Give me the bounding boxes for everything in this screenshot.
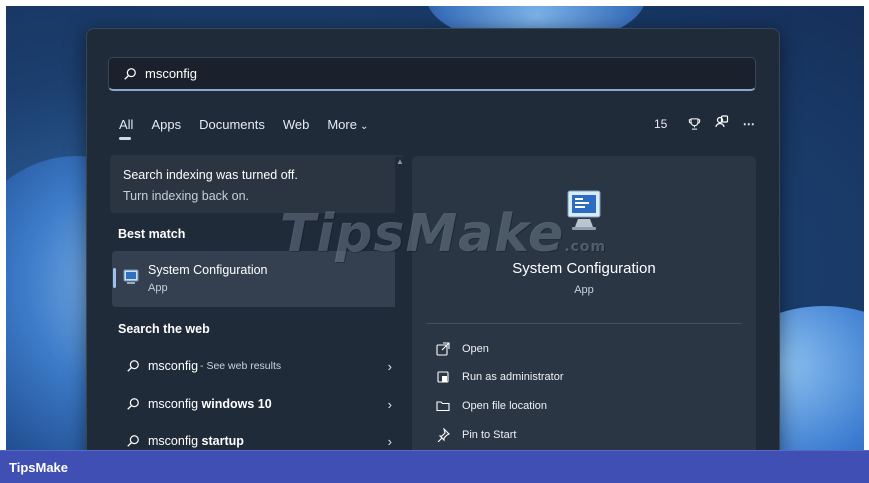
scroll-up-icon[interactable]: ▲ xyxy=(396,157,404,166)
web-result-item[interactable]: msconfig - See web results › xyxy=(118,355,396,377)
web-query-bold: startup xyxy=(201,434,244,448)
search-icon xyxy=(127,360,139,372)
web-result-item[interactable]: msconfig windows 10 › xyxy=(118,393,396,415)
more-options-button[interactable]: ⋯ xyxy=(743,117,770,131)
details-pane: System Configuration App Open Run as adm… xyxy=(412,156,756,456)
pin-icon xyxy=(437,428,450,442)
web-query-hint: - See web results xyxy=(200,360,282,372)
account-button[interactable] xyxy=(715,115,729,132)
chevron-right-icon: › xyxy=(387,358,392,374)
points-count: 15 xyxy=(654,116,668,131)
open-icon xyxy=(436,342,450,356)
best-match-type: App xyxy=(148,282,168,294)
header-controls: 15 ⋯ xyxy=(654,115,784,132)
shield-icon xyxy=(437,371,449,383)
chevron-right-icon: › xyxy=(387,396,392,412)
action-open-label: Open xyxy=(462,343,489,355)
tab-documents[interactable]: Documents xyxy=(199,117,265,132)
rewards-points[interactable]: 15 xyxy=(654,117,701,131)
divider xyxy=(427,323,741,324)
results-scrollbar[interactable]: ▲ xyxy=(395,157,405,447)
system-configuration-icon xyxy=(123,269,139,284)
tab-web[interactable]: Web xyxy=(283,117,310,132)
action-run-as-admin-label: Run as administrator xyxy=(462,371,564,383)
tab-more-label: More xyxy=(327,117,357,132)
folder-icon xyxy=(436,401,450,412)
chevron-right-icon: › xyxy=(387,433,392,449)
footer-brand: TipsMake xyxy=(9,460,69,475)
web-query: msconfig xyxy=(148,397,199,411)
watermark-text: TipsMake xyxy=(280,204,565,264)
tab-all[interactable]: All xyxy=(119,117,133,140)
more-icon: ⋯ xyxy=(742,116,756,131)
account-icon xyxy=(715,115,728,128)
results-list: Search indexing was turned off. Turn ind… xyxy=(110,155,406,455)
best-match-name: System Configuration xyxy=(148,263,268,277)
search-value: msconfig xyxy=(145,66,198,81)
tab-more[interactable]: More ⌄ xyxy=(327,117,368,132)
web-query: msconfig xyxy=(148,434,199,448)
action-pin-to-start[interactable]: Pin to Start xyxy=(436,428,516,442)
action-open-file-location[interactable]: Open file location xyxy=(436,399,547,413)
chevron-down-icon: ⌄ xyxy=(359,121,369,132)
action-pin-to-start-label: Pin to Start xyxy=(462,429,517,441)
search-web-heading: Search the web xyxy=(118,322,210,336)
action-run-as-admin[interactable]: Run as administrator xyxy=(436,370,564,384)
action-open[interactable]: Open xyxy=(436,342,489,356)
notice-text: Search indexing was turned off. xyxy=(123,168,298,182)
selection-indicator xyxy=(113,268,116,288)
search-icon xyxy=(127,398,139,410)
watermark-suffix: .com xyxy=(564,239,607,255)
search-icon xyxy=(124,67,136,80)
search-icon xyxy=(127,435,139,447)
search-tabs: All Apps Documents Web More ⌄ xyxy=(119,117,386,140)
footer-bar: TipsMake xyxy=(0,450,869,483)
action-open-file-location-label: Open file location xyxy=(462,400,547,412)
tab-apps[interactable]: Apps xyxy=(151,117,181,132)
web-result-item[interactable]: msconfig startup › xyxy=(118,430,396,452)
search-input[interactable]: msconfig xyxy=(108,57,756,91)
watermark: TipsMake.com xyxy=(280,204,606,264)
web-query-bold: windows 10 xyxy=(201,397,272,411)
app-type: App xyxy=(574,284,594,296)
web-query: msconfig xyxy=(148,359,199,373)
trophy-icon xyxy=(688,117,700,130)
turn-indexing-on-link[interactable]: Turn indexing back on. xyxy=(123,189,249,203)
best-match-heading: Best match xyxy=(118,227,186,241)
